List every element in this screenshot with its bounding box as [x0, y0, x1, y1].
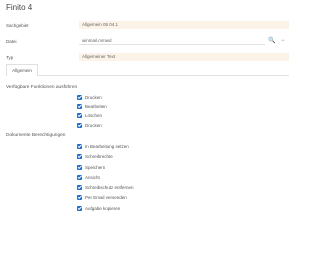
search-icon[interactable]: 🔍 — [268, 37, 275, 45]
dialog-title: Finito 4 — [6, 3, 33, 12]
delete-icon[interactable]: − — [281, 37, 285, 45]
permissions-section-label: Verfügbare Funktionen ausführen — [6, 85, 78, 90]
doc-checkbox-row[interactable]: Schreibrechte — [77, 153, 113, 160]
checkbox-label: Aufgabe kopieren — [85, 206, 121, 211]
checkbox-label: Schreibschutz entfernen — [85, 185, 134, 190]
checkbox-label: Speichern — [85, 165, 106, 170]
checkbox[interactable] — [77, 113, 82, 118]
typ-field: Allgemeiner Text — [79, 53, 289, 61]
checkbox-label: In Bearbeitung setzen — [85, 144, 129, 149]
checkbox[interactable] — [77, 123, 82, 128]
doc-permissions-section-label: Dokumente Berechtigungen — [6, 133, 66, 138]
checkbox[interactable] — [77, 195, 82, 200]
permission-checkbox-row[interactable]: Drucken — [77, 122, 102, 129]
doc-checkbox-row[interactable]: Speichern — [77, 164, 105, 171]
doc-checkbox-row[interactable]: Per Email versenden — [77, 194, 127, 201]
checkbox[interactable] — [77, 206, 82, 211]
checkbox[interactable] — [77, 95, 82, 100]
checkbox[interactable] — [77, 154, 82, 159]
tab-divider — [38, 75, 289, 76]
checkbox-label: Schreibrechte — [85, 154, 113, 159]
dialog: Finito 4 Sachgebiet Allgemein 05 04.1 Da… — [0, 0, 294, 257]
sachgebiet-field: Allgemein 05 04.1 — [79, 21, 289, 29]
doc-checkbox-row[interactable]: In Bearbeitung setzen — [77, 143, 129, 150]
checkbox-label: Drucken — [85, 123, 102, 128]
field-label-typ: Typ — [6, 55, 14, 60]
checkbox-label: Drucken — [85, 95, 102, 100]
doc-checkbox-row[interactable]: Aufgabe kopieren — [77, 205, 120, 212]
permission-checkbox-row[interactable]: Löschen — [77, 112, 102, 119]
doc-checkbox-row[interactable]: Ansicht — [77, 174, 100, 181]
field-label-sachgebiet: Sachgebiet — [6, 23, 29, 28]
tab-allgemein[interactable]: Allgemein — [6, 64, 38, 76]
checkbox-label: Löschen — [85, 113, 103, 118]
checkbox[interactable] — [77, 165, 82, 170]
checkbox[interactable] — [77, 185, 82, 190]
permission-checkbox-row[interactable]: Bearbeiten — [77, 103, 107, 110]
checkbox[interactable] — [77, 144, 82, 149]
checkbox-label: Per Email versenden — [85, 195, 127, 200]
checkbox[interactable] — [77, 175, 82, 180]
checkbox-label: Bearbeiten — [85, 104, 107, 109]
field-label-datei: Datei — [6, 39, 17, 44]
permission-checkbox-row[interactable]: Drucken — [77, 94, 102, 101]
checkbox-label: Ansicht — [85, 175, 100, 180]
doc-checkbox-row[interactable]: Schreibschutz entfernen — [77, 184, 134, 191]
datei-input[interactable]: winmail.mmwd — [79, 37, 265, 45]
checkbox[interactable] — [77, 104, 82, 109]
